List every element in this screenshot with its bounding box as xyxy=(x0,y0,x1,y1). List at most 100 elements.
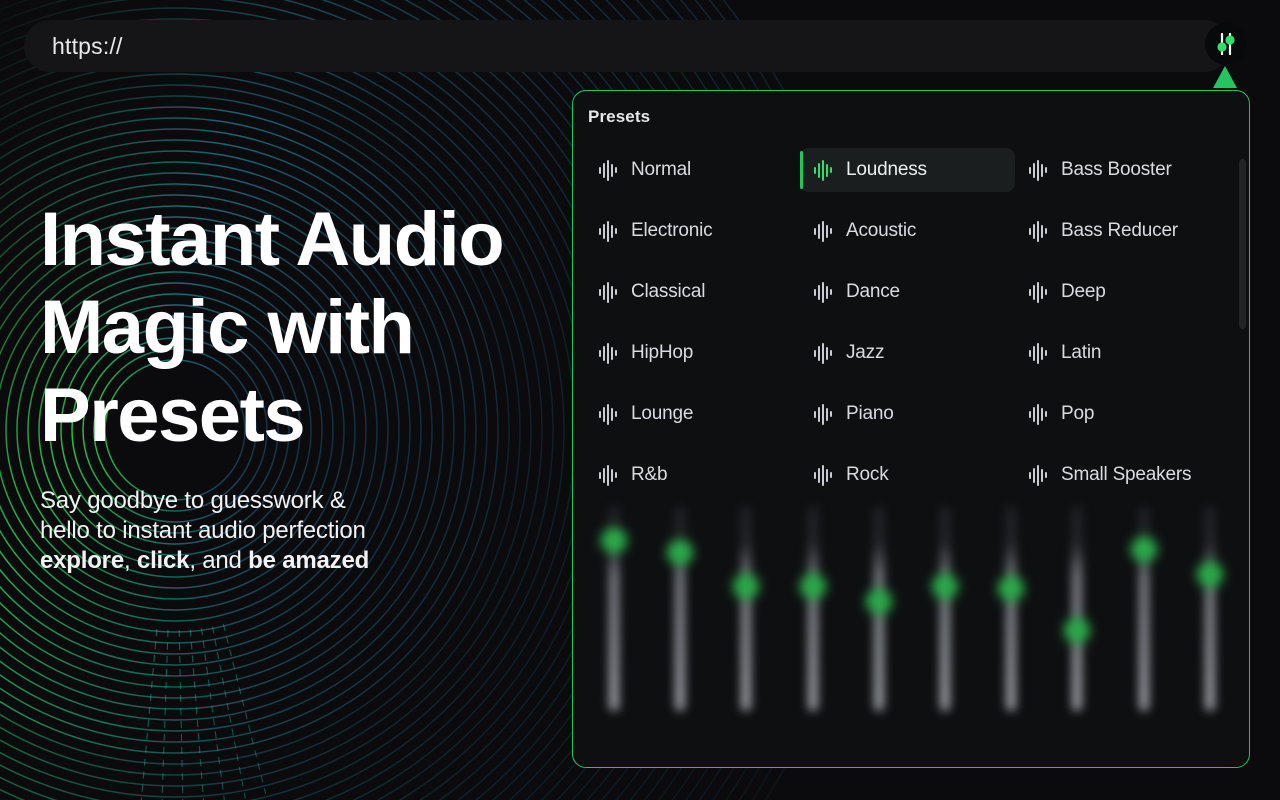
preset-label: Bass Reducer xyxy=(1061,219,1178,241)
equalizer-icon xyxy=(1027,220,1049,242)
eq-band-slider-1[interactable] xyxy=(586,506,642,756)
preset-item-hiphop[interactable]: HipHop xyxy=(585,331,800,375)
eq-slider-track[interactable] xyxy=(675,506,685,711)
preset-item-pop[interactable]: Pop xyxy=(1015,392,1230,436)
subtitle-line-2: hello to instant audio perfection xyxy=(40,517,366,544)
preset-item-dance[interactable]: Dance xyxy=(800,270,1015,314)
preset-item-piano[interactable]: Piano xyxy=(800,392,1015,436)
preset-item-electronic[interactable]: Electronic xyxy=(585,209,800,253)
equalizer-icon xyxy=(812,159,834,181)
preset-item-acoustic[interactable]: Acoustic xyxy=(800,209,1015,253)
eq-band-slider-10[interactable] xyxy=(1182,506,1238,756)
equalizer-icon xyxy=(812,281,834,303)
browser-url-bar[interactable]: https:// xyxy=(24,20,1230,72)
eq-slider-knob[interactable] xyxy=(998,576,1024,602)
eq-band-slider-8[interactable] xyxy=(1049,506,1105,756)
eq-slider-knob[interactable] xyxy=(1197,561,1223,587)
preset-item-rock[interactable]: Rock xyxy=(800,453,1015,497)
eq-slider-track[interactable] xyxy=(741,506,751,711)
eq-slider-knob[interactable] xyxy=(667,540,693,566)
equalizer-icon xyxy=(597,159,619,181)
preset-item-deep[interactable]: Deep xyxy=(1015,270,1230,314)
eq-slider-knob[interactable] xyxy=(1131,536,1157,562)
preset-label: R&b xyxy=(631,463,668,485)
preset-label: Loudness xyxy=(846,158,927,180)
subtitle-bold-amazed: be amazed xyxy=(248,547,370,574)
preset-label: Normal xyxy=(631,158,692,180)
preset-label: Bass Booster xyxy=(1061,158,1172,180)
eq-slider-knob[interactable] xyxy=(1064,617,1090,643)
eq-slider-track[interactable] xyxy=(940,506,950,711)
screenshot-canvas: https:// Instant Audio Magic with Preset… xyxy=(0,0,1280,800)
equalizer-band-sliders xyxy=(581,506,1243,764)
subtitle-mid: , and xyxy=(189,547,249,574)
sliders-icon xyxy=(1217,32,1235,56)
preset-label: Pop xyxy=(1061,402,1095,424)
equalizer-icon xyxy=(1027,403,1049,425)
preset-label: Rock xyxy=(846,463,889,485)
preset-label: Acoustic xyxy=(846,219,917,241)
equalizer-icon xyxy=(1027,281,1049,303)
preset-label: Lounge xyxy=(631,402,694,424)
subtitle-bold-explore: explore xyxy=(40,547,124,574)
equalizer-icon xyxy=(1027,342,1049,364)
equalizer-popup-panel: Presets Normal Loudness Bass Booster Electr… xyxy=(572,90,1250,768)
preset-label: Jazz xyxy=(846,341,885,363)
eq-slider-knob[interactable] xyxy=(733,574,759,600)
equalizer-icon xyxy=(597,281,619,303)
equalizer-icon xyxy=(812,403,834,425)
eq-slider-knob[interactable] xyxy=(601,527,627,553)
preset-item-latin[interactable]: Latin xyxy=(1015,331,1230,375)
eq-band-slider-4[interactable] xyxy=(785,506,841,756)
preset-label: Classical xyxy=(631,280,706,302)
eq-band-slider-9[interactable] xyxy=(1116,506,1172,756)
url-input[interactable]: https:// xyxy=(52,33,123,60)
subtitle-line-1: Say goodbye to guesswork & xyxy=(40,487,346,514)
eq-band-slider-6[interactable] xyxy=(917,506,973,756)
eq-slider-track[interactable] xyxy=(1072,506,1082,711)
equalizer-icon xyxy=(597,220,619,242)
eq-slider-knob[interactable] xyxy=(932,574,958,600)
preset-item-classical[interactable]: Classical xyxy=(585,270,800,314)
preset-item-bass-booster[interactable]: Bass Booster xyxy=(1015,148,1230,192)
preset-item-loudness[interactable]: Loudness xyxy=(800,147,1015,192)
equalizer-icon xyxy=(1027,159,1049,181)
eq-band-slider-3[interactable] xyxy=(718,506,774,756)
hero-section: Instant Audio Magic with Presets Say goo… xyxy=(40,196,560,576)
preset-label: Small Speakers xyxy=(1061,463,1192,485)
preset-item-normal[interactable]: Normal xyxy=(585,148,800,192)
equalizer-icon xyxy=(1027,464,1049,486)
preset-item-lounge[interactable]: Lounge xyxy=(585,392,800,436)
equalizer-icon xyxy=(812,220,834,242)
eq-slider-knob[interactable] xyxy=(866,588,892,614)
presets-heading: Presets xyxy=(588,107,651,126)
preset-item-bass-reducer[interactable]: Bass Reducer xyxy=(1015,209,1230,253)
equalizer-icon xyxy=(812,464,834,486)
panel-scrollbar-thumb[interactable] xyxy=(1239,159,1246,329)
equalizer-icon xyxy=(597,342,619,364)
equalizer-extension-icon[interactable] xyxy=(1205,23,1247,65)
eq-slider-track[interactable] xyxy=(1205,506,1215,711)
eq-slider-knob[interactable] xyxy=(800,574,826,600)
hero-subtitle: Say goodbye to guesswork & hello to inst… xyxy=(40,486,560,576)
eq-slider-track[interactable] xyxy=(1006,506,1016,711)
eq-band-slider-7[interactable] xyxy=(983,506,1039,756)
preset-item-jazz[interactable]: Jazz xyxy=(800,331,1015,375)
eq-slider-track[interactable] xyxy=(808,506,818,711)
preset-item-r-b[interactable]: R&b xyxy=(585,453,800,497)
presets-grid: Normal Loudness Bass Booster Electronic Acou… xyxy=(585,139,1225,505)
popup-pointer-caret xyxy=(1213,66,1237,88)
subtitle-sep-1: , xyxy=(123,547,137,574)
preset-label: Latin xyxy=(1061,341,1102,363)
equalizer-icon xyxy=(597,403,619,425)
page-title: Instant Audio Magic with Presets xyxy=(40,197,505,458)
preset-label: Piano xyxy=(846,402,894,424)
preset-item-small-speakers[interactable]: Small Speakers xyxy=(1015,453,1230,497)
equalizer-icon xyxy=(812,342,834,364)
eq-band-slider-5[interactable] xyxy=(851,506,907,756)
equalizer-icon xyxy=(597,464,619,486)
preset-label: Dance xyxy=(846,280,900,302)
subtitle-bold-click: click xyxy=(136,547,190,574)
preset-label: Deep xyxy=(1061,280,1106,302)
eq-band-slider-2[interactable] xyxy=(652,506,708,756)
